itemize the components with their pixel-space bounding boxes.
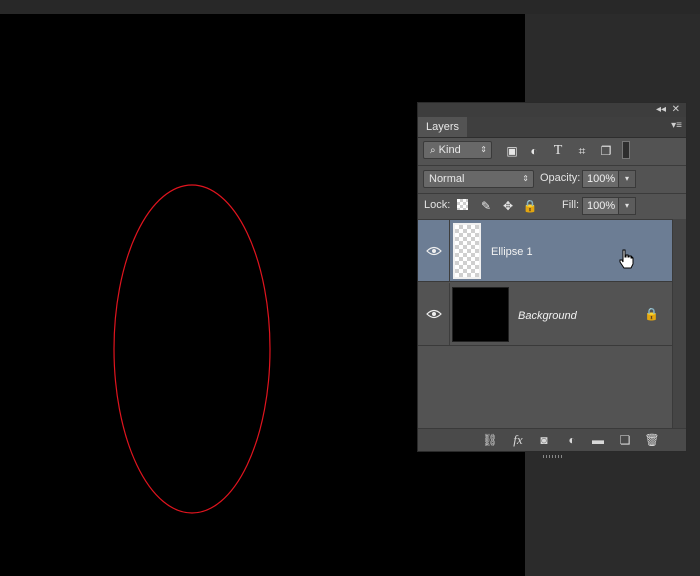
row-divider: [449, 220, 450, 281]
layer-name[interactable]: Ellipse 1: [491, 246, 533, 258]
tab-layers[interactable]: Layers: [418, 117, 468, 137]
panel-tab-row: Layers ▾≡: [418, 117, 686, 138]
fill-slider-button[interactable]: ▾: [618, 197, 636, 215]
document-tab-strip: [0, 0, 700, 14]
lock-row: Lock: ✎ ✥ 🔒 Fill: 100% ▾: [418, 193, 686, 219]
search-icon: ⌕: [430, 145, 436, 156]
fx-icon[interactable]: fx: [510, 432, 526, 448]
hand-cursor-icon: [619, 249, 634, 269]
type-filter-icon[interactable]: T: [550, 143, 566, 159]
layers-panel: ◂◂ ✕ Layers ▾≡ ⌕ Kind ⇕ ▣ ◐ T ⌗ ❐ Normal…: [417, 102, 687, 458]
resize-grip[interactable]: [543, 455, 563, 458]
lock-label: Lock:: [424, 199, 451, 211]
ellipse-shape[interactable]: [113, 184, 271, 514]
delete-layer-icon[interactable]: 🗑: [644, 432, 660, 448]
kind-filter-dropdown[interactable]: ⌕ Kind ⇕: [423, 141, 492, 159]
smart-object-filter-icon[interactable]: ❐: [598, 143, 614, 159]
new-layer-icon[interactable]: ❏: [617, 432, 633, 448]
layer-name[interactable]: Background: [518, 310, 577, 322]
panel-menu-icon[interactable]: ▾≡: [671, 120, 682, 131]
filter-toggle-icon[interactable]: [622, 141, 630, 159]
updown-arrows-icon: ⇕: [480, 145, 487, 154]
close-icon[interactable]: ✕: [672, 103, 680, 117]
fill-field[interactable]: 100%: [582, 197, 619, 215]
blend-row: Normal ⇕ Opacity: 100% ▾: [418, 165, 686, 193]
lock-transparent-pixels-icon[interactable]: [457, 199, 468, 210]
filter-row: ⌕ Kind ⇕ ▣ ◐ T ⌗ ❐: [418, 137, 686, 165]
link-layers-icon[interactable]: ⛓: [482, 432, 498, 448]
layer-thumbnail[interactable]: [453, 223, 481, 279]
adjustment-filter-icon[interactable]: ◐: [526, 143, 542, 159]
blend-mode-value: Normal: [429, 173, 465, 185]
layer-lock-icon: 🔒: [644, 307, 659, 321]
image-filter-icon[interactable]: ▣: [504, 143, 520, 159]
double-chevron-left-icon[interactable]: ◂◂: [656, 103, 666, 117]
kind-filter-label: Kind: [438, 144, 461, 156]
opacity-label: Opacity:: [540, 172, 581, 184]
updown-arrows-icon: ⇕: [522, 174, 529, 183]
layer-thumbnail[interactable]: [452, 287, 509, 342]
add-mask-icon[interactable]: ◙: [536, 432, 552, 448]
layer-row-background[interactable]: Background 🔒: [418, 283, 673, 346]
new-adjustment-layer-icon[interactable]: ◐: [564, 432, 580, 448]
panel-bottom-toolbar: ⛓ fx ◙ ◐ ▬ ❏ 🗑: [418, 428, 686, 458]
shape-filter-icon[interactable]: ⌗: [574, 143, 590, 159]
panel-title-bar[interactable]: ◂◂ ✕: [418, 103, 686, 117]
eye-visibility-icon[interactable]: [426, 245, 442, 257]
eye-visibility-icon[interactable]: [426, 308, 442, 320]
lock-all-icon[interactable]: 🔒: [522, 198, 538, 214]
opacity-slider-button[interactable]: ▾: [618, 170, 636, 188]
layer-row-ellipse[interactable]: Ellipse 1: [418, 220, 673, 282]
opacity-field[interactable]: 100%: [582, 170, 619, 188]
blend-mode-dropdown[interactable]: Normal ⇕: [423, 170, 534, 188]
lock-position-icon[interactable]: ✥: [500, 198, 516, 214]
fill-label: Fill:: [562, 199, 580, 211]
row-divider: [449, 283, 450, 345]
lock-image-pixels-icon[interactable]: ✎: [478, 198, 494, 214]
layers-scrollbar[interactable]: [672, 219, 686, 430]
new-group-icon[interactable]: ▬: [590, 432, 606, 448]
